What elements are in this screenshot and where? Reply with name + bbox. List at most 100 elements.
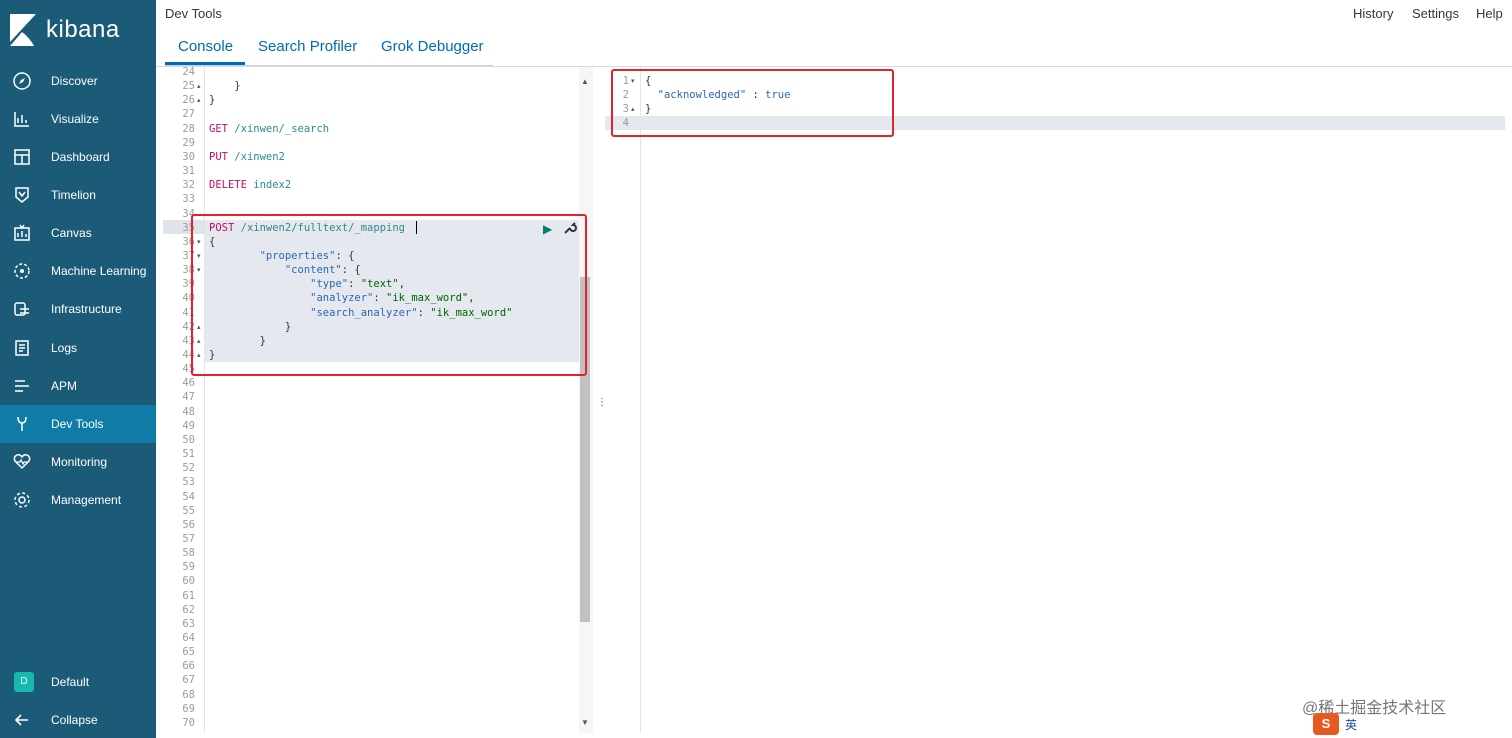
request-url: /xinwen/_search [234, 122, 330, 135]
space-selector[interactable]: D Default [0, 663, 156, 701]
code-line: "search_analyzer": "ik_max_word" [209, 306, 512, 320]
output-line: { [645, 75, 652, 87]
code-line: "content": { [209, 263, 361, 277]
sidebar-item-label: Infrastructure [51, 302, 122, 316]
text-cursor [416, 221, 417, 234]
request-url: /xinwen2/fulltext/_mapping [240, 221, 405, 234]
line-number: 46 [182, 377, 195, 390]
sidebar-item-label: APM [51, 379, 78, 393]
code-line: PUT /xinwen2 [209, 150, 285, 164]
line-number: 39 [182, 278, 195, 291]
sidebar-item-dev-tools[interactable]: Dev Tools [0, 405, 156, 443]
sidebar-item-management[interactable]: Management [0, 481, 156, 519]
response-output[interactable]: 1 ▾{2 "acknowledged" : true 3 ▴} 4 [605, 67, 1512, 733]
dashboard-icon [12, 147, 32, 167]
line-number: 66 [182, 660, 195, 673]
line-number: 62 [182, 603, 195, 616]
logs-icon [12, 338, 32, 358]
line-number: 54 [182, 490, 195, 503]
fold-up-icon[interactable]: ▴ [197, 351, 591, 359]
line-number: 64 [182, 632, 195, 644]
json-key: "analyzer" [310, 292, 374, 305]
sidebar-item-monitoring[interactable]: Monitoring [0, 443, 156, 481]
wrench-icon[interactable] [563, 221, 577, 235]
fold-up-icon[interactable]: ▴ [197, 96, 591, 104]
sidebar-item-label: Canvas [51, 226, 92, 240]
output-line: "acknowledged" : true [645, 88, 791, 102]
collapse-button[interactable]: Collapse [0, 701, 156, 738]
apm-icon [12, 376, 32, 396]
wrench-icon [12, 414, 32, 434]
send-request-icon[interactable]: ▶ [543, 222, 552, 236]
http-method: DELETE [209, 179, 247, 192]
json-punct: : { [335, 249, 355, 262]
space-label: Default [51, 675, 90, 689]
sidebar-item-infrastructure[interactable]: Infrastructure [0, 290, 156, 328]
json-key: "content" [284, 264, 342, 277]
json-punct: , [468, 292, 475, 305]
line-number: 34 [182, 207, 195, 220]
sidebar-item-dashboard[interactable]: Dashboard [0, 138, 156, 176]
sidebar-item-discover[interactable]: Discover [0, 62, 156, 100]
ime-logo-icon[interactable]: S [1313, 713, 1339, 735]
ml-icon [12, 261, 32, 281]
sidebar-item-timelion[interactable]: Timelion [0, 176, 156, 214]
collapse-label: Collapse [51, 713, 98, 727]
json-value: "text" [360, 278, 399, 291]
ime-language[interactable]: 英 [1345, 716, 1357, 733]
sidebar-item-label: Machine Learning [51, 264, 147, 278]
json-punct: : [348, 278, 361, 291]
breadcrumb[interactable]: Dev Tools [165, 6, 222, 21]
json-value: "ik_max_word" [386, 292, 469, 305]
line-number: 31 [182, 165, 195, 178]
json-value: "ik_max_word" [430, 306, 513, 319]
sidebar-item-apm[interactable]: APM [0, 367, 156, 405]
tabs-divider [165, 65, 493, 66]
scroll-down-icon[interactable]: ▼ [581, 718, 589, 727]
active-line-highlight [605, 116, 1505, 130]
line-number: 56 [182, 518, 195, 531]
console-editor[interactable]: 24 25 ▴ } 26 ▴} 27 28 GET /xinwen/_search 29 30 PU… [163, 67, 593, 733]
tab-search-profiler[interactable]: Search Profiler [258, 38, 357, 55]
code-line: "analyzer": "ik_max_word", [209, 291, 475, 305]
fold-up-icon[interactable]: ▴ [197, 82, 591, 90]
output-line: } [645, 103, 652, 115]
line-number: 70 [182, 716, 195, 729]
line-number: 4 [622, 117, 629, 129]
sidebar-item-label: Logs [51, 341, 78, 355]
sidebar-item-logs[interactable]: Logs [0, 329, 156, 367]
http-method: PUT [209, 150, 228, 163]
sidebar-item-label: Visualize [51, 112, 99, 126]
settings-link[interactable]: Settings [1412, 6, 1459, 21]
line-number: 40 [182, 292, 195, 305]
fold-down-icon[interactable]: ▾ [631, 77, 1510, 85]
infrastructure-icon [12, 299, 32, 319]
sidebar-item-machine-learning[interactable]: Machine Learning [0, 252, 156, 290]
ime-tray[interactable]: S 英 [1313, 713, 1357, 735]
kibana-logo[interactable]: kibana [8, 12, 120, 48]
tab-grok-debugger[interactable]: Grok Debugger [381, 38, 484, 55]
json-punct: , [398, 278, 406, 291]
kibana-wordmark: kibana [46, 16, 120, 43]
history-link[interactable]: History [1353, 6, 1393, 21]
editor-scrollbar-thumb[interactable] [580, 277, 590, 622]
line-number: 24 [182, 67, 195, 78]
line-number: 51 [182, 448, 195, 461]
fold-up-icon[interactable]: ▴ [631, 105, 1510, 113]
fold-down-icon[interactable]: ▾ [197, 238, 591, 246]
line-number: 48 [182, 405, 195, 418]
tab-console[interactable]: Console [178, 38, 233, 55]
http-method: POST [209, 221, 235, 234]
help-link[interactable]: Help [1476, 6, 1503, 21]
sidebar-item-canvas[interactable]: Canvas [0, 214, 156, 252]
scroll-up-icon[interactable]: ▲ [581, 77, 589, 86]
kibana-app: kibana Discover Visualize Dashboard Timelio… [0, 0, 1512, 738]
code-line: } [209, 320, 292, 333]
line-number: 59 [182, 561, 195, 574]
sidebar-item-label: Dashboard [51, 150, 110, 164]
sidebar-item-visualize[interactable]: Visualize [0, 100, 156, 138]
